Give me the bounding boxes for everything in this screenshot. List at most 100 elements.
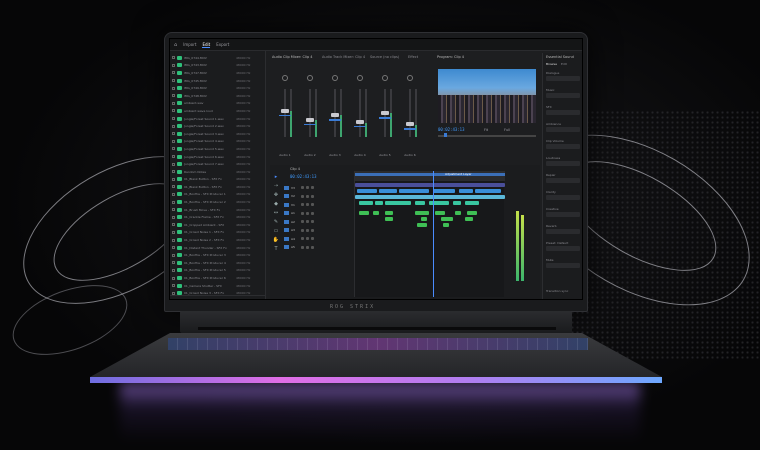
project-item[interactable]: 01_Cropped Ambient - SFX 48000 Hz [170,221,265,229]
lock-icon[interactable] [301,194,304,198]
project-item[interactable]: 01_Camera Shutter - SFX 48000 Hz [170,282,265,290]
essential-row-bar[interactable] [546,212,580,217]
rectangle-tool-icon[interactable]: ▭ [274,229,279,234]
essential-row[interactable]: Clip Volume [546,139,564,143]
project-item[interactable]: Jungle/Forest Sound 6.wav 48000 Hz [170,153,265,161]
item-checkbox[interactable] [172,132,175,136]
razor-icon[interactable]: ◆ [274,202,278,207]
project-item[interactable]: IMG_0745.MOV 48000 Hz [170,77,265,85]
lock-icon[interactable] [301,228,304,232]
essential-row[interactable]: Music [546,88,555,92]
project-item[interactable]: 01_Brush Move - SFX Fx 48000 Hz [170,206,265,214]
track-target-icon[interactable] [284,219,289,224]
timeline-clip[interactable] [467,211,477,215]
item-checkbox[interactable] [172,246,175,250]
track-target-icon[interactable] [284,202,289,207]
item-checkbox[interactable] [172,139,175,143]
slip-tool-icon[interactable]: ↔ [274,211,278,216]
fader-handle[interactable] [406,122,414,126]
essential-row[interactable]: Ambience [546,122,561,126]
item-checkbox[interactable] [172,284,175,288]
fader-track[interactable] [359,89,361,137]
item-checkbox[interactable] [172,86,175,90]
program-scrubber[interactable] [438,135,536,137]
track-header[interactable]: A5 [284,245,350,250]
timeline-clip[interactable] [385,201,411,205]
quality-dropdown[interactable]: Full [504,128,510,132]
tab-browse[interactable]: Browse [546,62,557,66]
project-item[interactable]: 01_Bonfire - SFX Producer 3 48000 Hz [170,251,265,259]
pan-knob-icon[interactable] [332,75,338,81]
eye-icon[interactable] [306,245,309,249]
lock-icon[interactable] [301,186,304,189]
eye-icon[interactable] [306,228,309,232]
program-timecode[interactable]: 00:02:43:13 [438,127,465,132]
timeline-clip[interactable] [355,195,505,199]
timeline-clip[interactable] [385,217,393,221]
essential-row-bar[interactable] [546,76,580,81]
item-checkbox[interactable] [172,223,175,227]
project-item[interactable]: Jungle/Forest Sound 4.wav 48000 Hz [170,138,265,146]
item-checkbox[interactable] [172,63,175,67]
mute-icon[interactable] [311,211,314,215]
mute-icon[interactable] [311,228,314,232]
item-checkbox[interactable] [172,230,175,234]
pan-knob-icon[interactable] [357,75,363,81]
playhead[interactable] [433,171,434,297]
project-item[interactable]: IMG_0749.MOV 48000 Hz [170,84,265,92]
timeline-clip[interactable] [417,223,427,227]
essential-row-bar[interactable] [546,144,580,149]
timeline-clip[interactable] [475,189,501,193]
essential-row[interactable]: Mute [546,258,554,262]
item-checkbox[interactable] [172,192,175,196]
project-item[interactable]: 01_Bonfire - SFX Producer 1 48000 Hz [170,191,265,199]
essential-row-bar[interactable] [546,195,580,200]
pan-knob-icon[interactable] [382,75,388,81]
item-checkbox[interactable] [172,276,175,280]
timeline-clip[interactable] [385,211,393,215]
eye-icon[interactable] [306,237,309,240]
project-item[interactable]: 01_Crackle Flame - SFX Fx 48000 Hz [170,213,265,221]
essential-row[interactable]: SFX [546,105,552,109]
track-header[interactable]: V1 [284,202,350,207]
transition-sync-checkbox[interactable]: Transition sync [546,289,568,293]
tab-edit[interactable]: Edit [202,42,211,48]
timeline-clip[interactable] [421,217,427,221]
essential-row[interactable]: Dialogue [546,71,559,75]
time-ruler[interactable] [355,171,505,181]
mute-icon[interactable] [311,237,314,240]
essential-row-bar[interactable] [546,178,580,183]
item-checkbox[interactable] [172,117,175,121]
item-checkbox[interactable] [172,170,175,174]
project-item[interactable]: IMG_0744.MOV 48000 Hz [170,54,265,62]
item-checkbox[interactable] [172,155,175,159]
project-item[interactable]: 01_Distant Thunder - SFX Fx 48000 Hz [170,244,265,252]
track-target-icon[interactable] [284,211,289,215]
item-checkbox[interactable] [172,101,175,105]
tab-import[interactable]: Import [183,42,196,47]
project-item[interactable]: 01_Blank Button - SFX Fx 48000 Hz [170,183,265,191]
track-header[interactable]: A4 [284,236,350,241]
track-target-icon[interactable] [284,245,289,249]
item-checkbox[interactable] [172,177,175,181]
project-item[interactable]: IMG_0748.MOV 48000 Hz [170,92,265,100]
essential-row[interactable]: Preset: Default [546,241,568,245]
home-icon[interactable]: ⌂ [174,42,177,48]
selection-tool-icon[interactable]: ▸ [275,175,278,180]
track-target-icon[interactable] [284,194,289,198]
project-item[interactable]: Jungle/Forest Sound 2.wav 48000 Hz [170,122,265,130]
track-select-icon[interactable]: ⇢ [274,184,278,189]
track-header[interactable]: A1 [284,211,350,216]
timeline-clip[interactable] [379,189,397,193]
essential-row-bar[interactable] [546,246,580,251]
mixer-title-3[interactable]: Source (no clips) [370,55,399,59]
eye-icon[interactable] [306,220,309,223]
mute-icon[interactable] [311,203,314,206]
item-checkbox[interactable] [172,253,175,257]
lock-icon[interactable] [301,245,304,249]
track-target-icon[interactable] [284,185,289,190]
essential-row-bar[interactable] [546,161,580,166]
project-item[interactable]: Random Notes 48000 Hz [170,168,265,176]
project-item[interactable]: Jungle/Forest Sound 3.wav 48000 Hz [170,130,265,138]
timeline-clip[interactable] [357,189,377,193]
